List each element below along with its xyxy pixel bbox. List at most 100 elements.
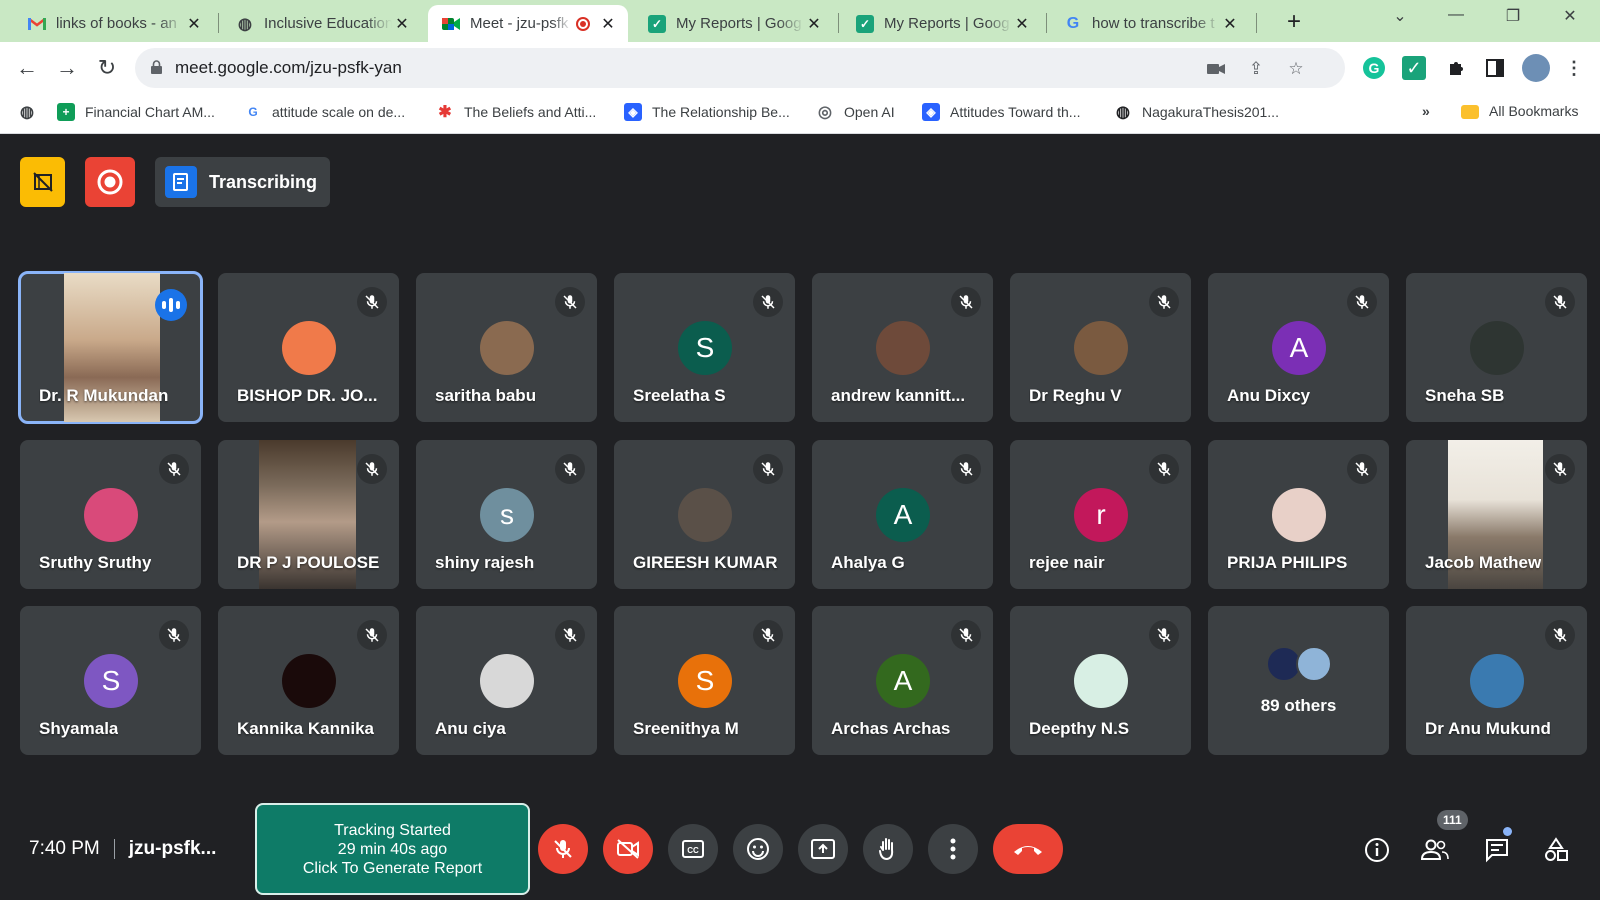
- muted-mic-icon: [357, 620, 387, 650]
- bookmark-item[interactable]: ◈ Attitudes Toward th...: [922, 103, 1080, 121]
- browser-tab[interactable]: ◍ Inclusive Education ✕: [222, 5, 422, 42]
- participant-name: Dr Anu Mukund: [1425, 719, 1551, 738]
- participant-tile[interactable]: Dr Reghu V: [1010, 273, 1191, 422]
- mic-toggle-button[interactable]: [538, 824, 588, 874]
- muted-mic-icon: [753, 620, 783, 650]
- avatar: [678, 488, 732, 542]
- svg-text:CC: CC: [687, 846, 699, 855]
- participant-tile[interactable]: BISHOP DR. JO...: [218, 273, 399, 422]
- participant-tile[interactable]: DR P J POULOSE: [218, 440, 399, 589]
- globe-icon[interactable]: ◍: [18, 103, 36, 121]
- participant-tile[interactable]: Anu ciya: [416, 606, 597, 755]
- people-button[interactable]: [1420, 835, 1450, 865]
- participant-tile[interactable]: S Shyamala: [20, 606, 201, 755]
- bookmark-item[interactable]: ◎ Open AI: [816, 103, 895, 121]
- participant-tile[interactable]: Jacob Mathew: [1406, 440, 1587, 589]
- browser-tab[interactable]: ✓ My Reports | Goog ✕: [634, 5, 834, 42]
- puzzle-extensions-icon[interactable]: [1445, 56, 1469, 80]
- leave-call-button[interactable]: [993, 824, 1063, 874]
- bookmark-item[interactable]: ◍ NagakuraThesis201...: [1114, 103, 1279, 121]
- participant-tile[interactable]: Sruthy Sruthy: [20, 440, 201, 589]
- participant-tile[interactable]: Dr. R Mukundan: [18, 271, 203, 424]
- tracking-report-button[interactable]: Tracking Started 29 min 40s ago Click To…: [255, 803, 530, 895]
- browser-tab[interactable]: G how to transcribe t ✕: [1050, 5, 1250, 42]
- muted-mic-icon: [753, 454, 783, 484]
- participant-tile[interactable]: saritha babu: [416, 273, 597, 422]
- participant-tile[interactable]: PRIJA PHILIPS: [1208, 440, 1389, 589]
- bookmark-item[interactable]: G attitude scale on de...: [244, 103, 405, 121]
- share-icon[interactable]: ⇪: [1245, 58, 1267, 80]
- muted-mic-icon: [159, 454, 189, 484]
- minimize-icon[interactable]: —: [1441, 6, 1471, 24]
- participant-tile[interactable]: A Archas Archas: [812, 606, 993, 755]
- bookmark-star-icon[interactable]: ☆: [1285, 58, 1307, 80]
- menu-icon[interactable]: ⋮: [1562, 56, 1586, 80]
- participant-tile[interactable]: andrew kannitt...: [812, 273, 993, 422]
- activities-button[interactable]: [1541, 835, 1571, 865]
- participant-tile[interactable]: Dr Anu Mukund: [1406, 606, 1587, 755]
- side-panel-icon[interactable]: [1483, 56, 1507, 80]
- check-extension-icon[interactable]: ✓: [1402, 56, 1426, 80]
- recording-indicator[interactable]: [85, 157, 135, 207]
- restore-icon[interactable]: ❐: [1498, 6, 1528, 26]
- close-icon[interactable]: ✕: [1220, 14, 1240, 34]
- participant-tile[interactable]: 89 others: [1208, 606, 1389, 755]
- browser-tab[interactable]: links of books - an ✕: [14, 5, 214, 42]
- participant-tile[interactable]: r rejee nair: [1010, 440, 1191, 589]
- bookmark-label: Attitudes Toward th...: [950, 104, 1081, 120]
- bookmark-item[interactable]: + Financial Chart AM...: [57, 103, 215, 121]
- camera-toggle-button[interactable]: [603, 824, 653, 874]
- new-tab-button[interactable]: +: [1280, 8, 1308, 36]
- browser-tab[interactable]: ✓ My Reports | Goog ✕: [842, 5, 1042, 42]
- bookmark-item[interactable]: ◈ The Relationship Be...: [624, 103, 790, 121]
- transcribing-indicator[interactable]: Transcribing: [155, 157, 330, 207]
- all-bookmarks[interactable]: All Bookmarks: [1461, 103, 1578, 119]
- participant-name: saritha babu: [435, 386, 537, 405]
- muted-mic-icon: [1149, 454, 1179, 484]
- participant-name: Jacob Mathew: [1425, 553, 1542, 572]
- tab-title: My Reports | Goog: [884, 15, 1010, 32]
- close-icon[interactable]: ✕: [1012, 14, 1032, 34]
- back-icon[interactable]: ←: [13, 54, 41, 82]
- participant-tile[interactable]: Deepthy N.S: [1010, 606, 1191, 755]
- chat-button[interactable]: [1482, 835, 1512, 865]
- chat-icon: [1486, 839, 1508, 863]
- avatar: [1296, 646, 1332, 682]
- profile-avatar[interactable]: [1522, 54, 1550, 82]
- bookmark-item[interactable]: ✱ The Beliefs and Atti...: [436, 103, 596, 121]
- participant-tile[interactable]: s shiny rajesh: [416, 440, 597, 589]
- close-window-icon[interactable]: ✕: [1555, 6, 1585, 26]
- camera-icon[interactable]: [1205, 58, 1227, 80]
- participant-tile[interactable]: Kannika Kannika: [218, 606, 399, 755]
- participant-name: Ahalya G: [831, 553, 905, 572]
- bookmarks-overflow[interactable]: »: [1422, 103, 1430, 119]
- meeting-details-button[interactable]: [1362, 835, 1392, 865]
- forward-icon[interactable]: →: [53, 54, 81, 82]
- participant-tile[interactable]: Sneha SB: [1406, 273, 1587, 422]
- participant-name: shiny rajesh: [435, 553, 535, 572]
- participant-tile[interactable]: S Sreenithya M: [614, 606, 795, 755]
- reload-icon[interactable]: ↻: [93, 54, 121, 82]
- browser-tab-active[interactable]: Meet - jzu-psfk ✕: [428, 5, 628, 42]
- tab-title: My Reports | Goog: [676, 15, 802, 32]
- captions-button[interactable]: CC: [668, 824, 718, 874]
- close-icon[interactable]: ✕: [392, 14, 412, 34]
- close-icon[interactable]: ✕: [598, 14, 618, 34]
- close-icon[interactable]: ✕: [184, 14, 204, 34]
- avatar: A: [876, 488, 930, 542]
- address-bar[interactable]: meet.google.com/jzu-psfk-yan ⇪ ☆: [135, 48, 1345, 88]
- no-video-indicator[interactable]: [20, 157, 65, 207]
- participant-tile[interactable]: GIREESH KUMAR: [614, 440, 795, 589]
- grammarly-icon[interactable]: G: [1362, 56, 1386, 80]
- close-icon[interactable]: ✕: [804, 14, 824, 34]
- more-options-button[interactable]: [928, 824, 978, 874]
- tab-search-icon[interactable]: ⌄: [1385, 6, 1415, 26]
- present-button[interactable]: [798, 824, 848, 874]
- participant-tile[interactable]: A Anu Dixcy: [1208, 273, 1389, 422]
- muted-mic-icon: [1545, 620, 1575, 650]
- meeting-code[interactable]: jzu-psfk...: [129, 838, 217, 859]
- raise-hand-button[interactable]: [863, 824, 913, 874]
- participant-tile[interactable]: A Ahalya G: [812, 440, 993, 589]
- participant-tile[interactable]: S Sreelatha S: [614, 273, 795, 422]
- reactions-button[interactable]: [733, 824, 783, 874]
